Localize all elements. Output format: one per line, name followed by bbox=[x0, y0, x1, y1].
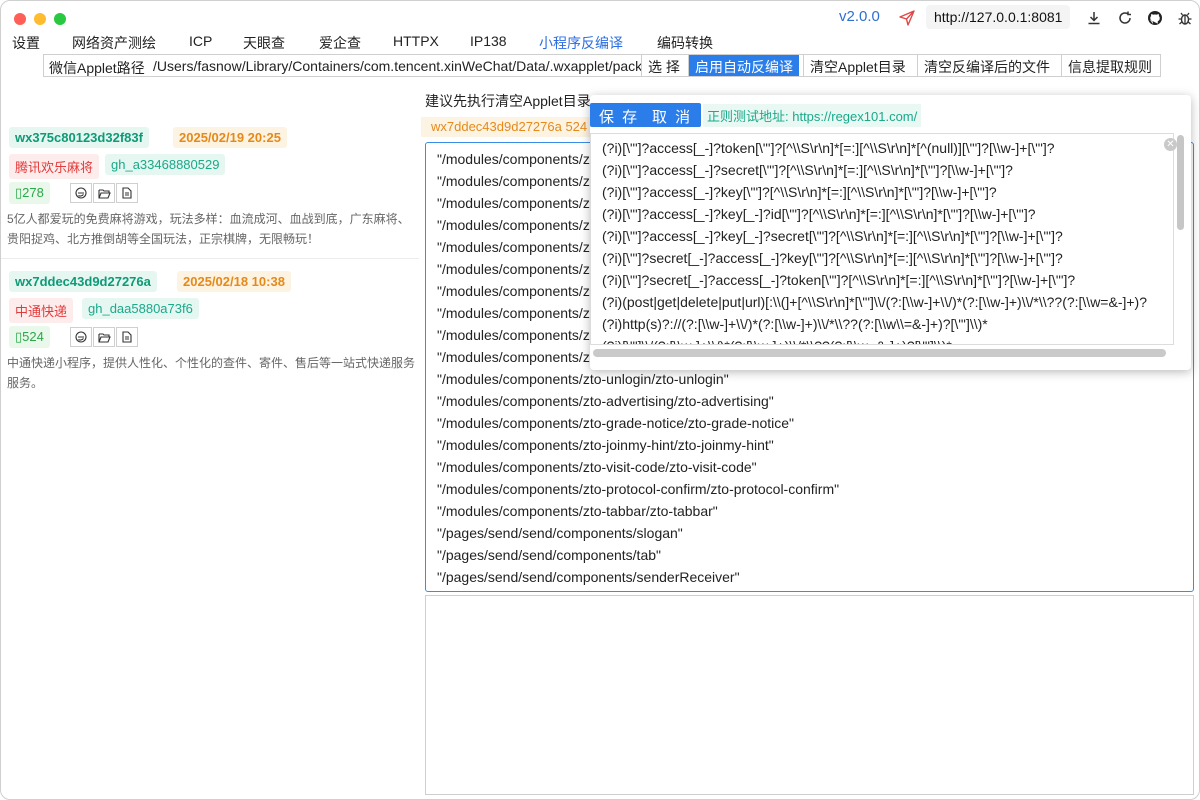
clear-decompiled-button[interactable]: 清空反编译后的文件 bbox=[917, 55, 1056, 76]
route-line: "/modules/components/zto- bbox=[437, 349, 607, 365]
route-line: "/pages/send/send/components/tab" bbox=[437, 547, 661, 563]
route-line: "/pages/send/send/components/slogan" bbox=[437, 525, 683, 541]
menu-asset-mapping[interactable]: 网络资产测绘 bbox=[72, 33, 156, 53]
rule-line: (?i)[\"']?access[_-]?token[\"']?[^\\S\r\… bbox=[602, 140, 1055, 156]
rules-popup: 保 存 取 消 正则测试地址: https://regex101.com/ (?… bbox=[590, 95, 1191, 370]
applet-date: 2025/02/19 20:25 bbox=[173, 127, 287, 148]
applet-file-count: ▯278 bbox=[9, 182, 50, 204]
applet-appid: wx7ddec43d9d27276a bbox=[9, 271, 157, 292]
title-bar: v2.0.0 http://127.0.0.1:8081 bbox=[1, 1, 1199, 33]
save-button[interactable]: 保 存 bbox=[590, 103, 649, 127]
rules-textarea[interactable]: (?i)[\"']?access[_-]?token[\"']?[^\\S\r\… bbox=[590, 133, 1174, 345]
hint-text: 建议先执行清空Applet目录 bbox=[425, 93, 591, 109]
selected-applet-tag: wx7ddec43d9d27276a 524 bbox=[421, 117, 591, 137]
view-file-icon[interactable] bbox=[116, 183, 138, 203]
rule-line: (?i)[\"']\\/(?:[\\w-]+\\/)*(?:[\\w-]+)\\… bbox=[602, 338, 952, 344]
route-line: "/modules/components/zto-joinmy-hint/zto… bbox=[437, 437, 774, 453]
applet-description: 5亿人都爱玩的免费麻将游戏，玩法多样：血流成河、血战到底，广东麻将、贵阳捉鸡、北… bbox=[7, 212, 410, 246]
route-line: "/modules/components/zto- bbox=[437, 195, 607, 211]
view-file-icon[interactable] bbox=[116, 327, 138, 347]
applet-gh-id: gh_daa5880a73f6 bbox=[82, 298, 199, 319]
rule-line: (?i)[\"']?secret[_-]?access[_-]?token[\"… bbox=[602, 272, 1076, 288]
applet-name: 腾讯欢乐麻将 bbox=[9, 154, 100, 179]
extract-rules-button[interactable]: 信息提取规则 bbox=[1061, 55, 1158, 76]
applet-appid: wx375c80123d32f83f bbox=[9, 127, 149, 148]
main-menu: 设置 网络资产测绘 ICP 天眼查 爱企查 HTTPX IP138 小程序反编译… bbox=[1, 33, 1199, 56]
route-line: "/modules/components/zto- bbox=[437, 173, 607, 189]
route-line: "/modules/components/zto- bbox=[437, 305, 607, 321]
menu-tianyancha[interactable]: 天眼查 bbox=[243, 33, 285, 53]
open-folder-icon[interactable] bbox=[93, 183, 115, 203]
route-line: "/modules/components/zto-protocol-confir… bbox=[437, 481, 840, 497]
menu-httpx[interactable]: HTTPX bbox=[393, 33, 439, 49]
github-icon[interactable] bbox=[1147, 10, 1163, 26]
applet-file-count: ▯524 bbox=[9, 326, 50, 348]
version-label: v2.0.0 bbox=[839, 8, 880, 25]
extract-result-output[interactable] bbox=[425, 595, 1194, 795]
applet-name: 中通快递 bbox=[9, 298, 74, 323]
menu-encoding[interactable]: 编码转换 bbox=[657, 33, 713, 53]
applet-list: wx375c80123d32f83f 2025/02/19 20:25 腾讯欢乐… bbox=[1, 79, 419, 799]
applet-date: 2025/02/18 10:38 bbox=[177, 271, 291, 292]
route-line: "/modules/components/zto-unlogin/zto-unl… bbox=[437, 371, 729, 387]
decompile-icon[interactable] bbox=[70, 183, 92, 203]
vertical-scrollbar[interactable] bbox=[1177, 135, 1184, 230]
route-line: "/modules/components/zto-visit-code/zto-… bbox=[437, 459, 757, 475]
rule-line: (?i)(post|get|delete|put|url)[:\\(]+[^\\… bbox=[602, 294, 1147, 310]
rule-line: (?i)[\"']?access[_-]?key[_-]?secret[\"']… bbox=[602, 228, 1063, 244]
route-line: "/pages/send/send/components/senderRecei… bbox=[437, 569, 740, 585]
route-line: "/modules/components/zto-grade-notice/zt… bbox=[437, 415, 795, 431]
route-line: "/modules/components/zto- bbox=[437, 217, 607, 233]
rule-line: (?i)http(s)?://(?:[\\w-]+\\/)*(?:[\\w-]+… bbox=[602, 316, 988, 332]
applet-path-label: 微信Applet路径 bbox=[49, 60, 145, 76]
auto-decompile-button[interactable]: 启用自动反编译 bbox=[688, 55, 799, 76]
server-address[interactable]: http://127.0.0.1:8081 bbox=[926, 5, 1071, 29]
route-line: "/modules/components/zto- bbox=[437, 283, 607, 299]
applet-description: 中通快递小程序，提供人性化、个性化的查件、寄件、售后等一站式快递服务服务。 bbox=[7, 356, 416, 390]
route-line: "/modules/components/zto- bbox=[437, 151, 607, 167]
list-divider bbox=[1, 258, 419, 259]
menu-icp[interactable]: ICP bbox=[189, 33, 212, 49]
bug-icon[interactable] bbox=[1177, 10, 1193, 26]
route-line: "/modules/components/zto- bbox=[437, 327, 607, 343]
download-icon[interactable] bbox=[1086, 10, 1102, 26]
clear-icon[interactable]: ✕ bbox=[1164, 138, 1177, 151]
route-line: "/modules/components/zto- bbox=[437, 239, 607, 255]
regex-test-link[interactable]: 正则测试地址: https://regex101.com/ bbox=[703, 104, 922, 127]
horizontal-scrollbar[interactable] bbox=[593, 349, 1166, 357]
applet-gh-id: gh_a33468880529 bbox=[105, 154, 226, 175]
clear-applet-dir-button[interactable]: 清空Applet目录 bbox=[803, 55, 912, 76]
app-window: v2.0.0 http://127.0.0.1:8081 设置 网络资产测绘 I… bbox=[0, 0, 1200, 800]
minimize-window-button[interactable] bbox=[34, 13, 46, 25]
send-icon[interactable] bbox=[899, 10, 915, 26]
select-path-button[interactable]: 选 择 bbox=[641, 55, 686, 76]
applet-path-toolbar: 微信Applet路径 /Users/fasnow/Library/Contain… bbox=[43, 54, 1161, 77]
decompile-icon[interactable] bbox=[70, 327, 92, 347]
rule-line: (?i)[\"']?access[_-]?key[_-]?id[\"']?[^\… bbox=[602, 206, 1036, 222]
menu-ip138[interactable]: IP138 bbox=[470, 33, 507, 49]
file-count-value: 278 bbox=[22, 185, 44, 200]
menu-applet-decompile[interactable]: 小程序反编译 bbox=[539, 33, 623, 56]
applet-path-input[interactable]: /Users/fasnow/Library/Containers/com.ten… bbox=[153, 58, 641, 74]
route-line: "/modules/components/zto- bbox=[437, 261, 607, 277]
route-line: "/modules/components/zto-tabbar/zto-tabb… bbox=[437, 503, 718, 519]
rule-line: (?i)[\"']?secret[_-]?access[_-]?key[\"']… bbox=[602, 250, 1063, 266]
rule-line: (?i)[\"']?access[_-]?key[\"']?[^\\S\r\n]… bbox=[602, 184, 997, 200]
menu-settings[interactable]: 设置 bbox=[12, 33, 40, 53]
cancel-button[interactable]: 取 消 bbox=[643, 103, 702, 127]
open-folder-icon[interactable] bbox=[93, 327, 115, 347]
close-window-button[interactable] bbox=[14, 13, 26, 25]
file-count-value: 524 bbox=[22, 329, 44, 344]
route-line: "/modules/components/zto-advertising/zto… bbox=[437, 393, 774, 409]
zoom-window-button[interactable] bbox=[54, 13, 66, 25]
menu-aiqicha[interactable]: 爱企查 bbox=[319, 33, 361, 53]
refresh-icon[interactable] bbox=[1117, 10, 1133, 26]
rule-line: (?i)[\"']?access[_-]?secret[\"']?[^\\S\r… bbox=[602, 162, 1013, 178]
